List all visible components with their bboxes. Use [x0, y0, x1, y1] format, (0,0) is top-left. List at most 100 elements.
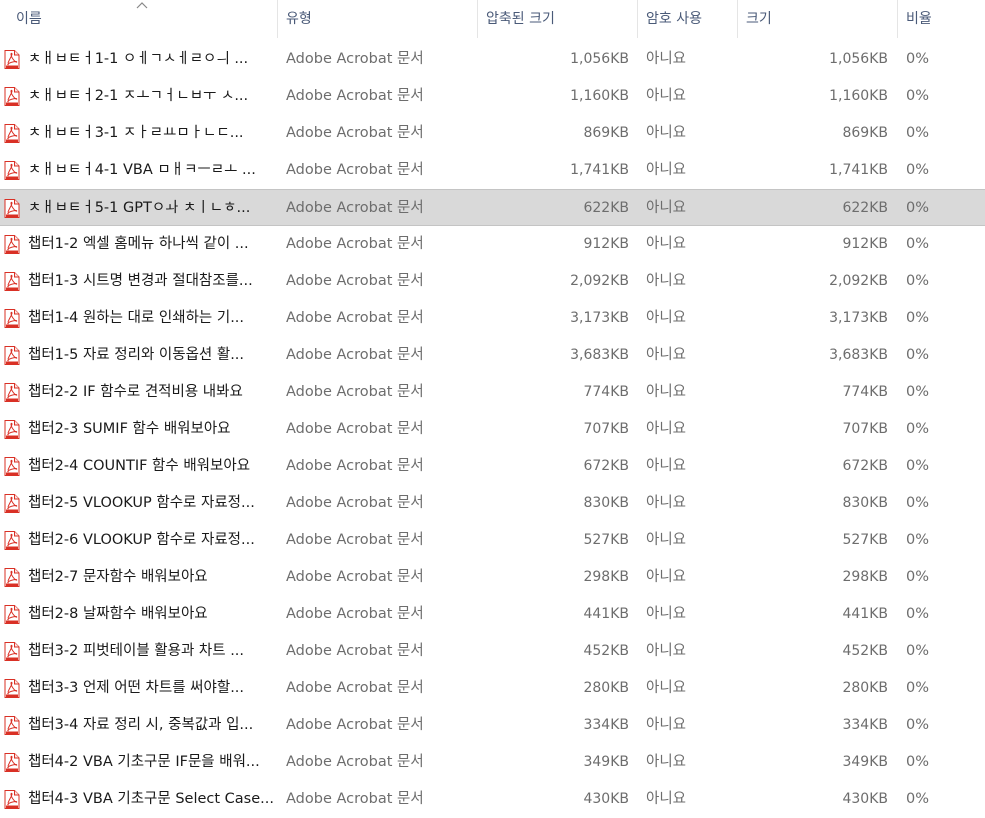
file-type: Adobe Acrobat 문서 [286, 51, 424, 67]
compressed-size: 672KB [583, 458, 629, 474]
file-row[interactable]: 챕터1-5 자료 정리와 이동옵션 활... Adobe Acrobat 문서 3,… [0, 337, 985, 374]
file-row[interactable]: 챕터2-8 날짜함수 배워보아요 Adobe Acrobat 문서 441KB 아니요… [0, 596, 985, 633]
file-size: 1,741KB [829, 162, 888, 178]
file-type: Adobe Acrobat 문서 [286, 347, 424, 363]
password-status: 아니요 [646, 717, 687, 733]
file-row[interactable]: ㅊㅐㅂㅌㅓ4-1 VBA ㅁㅐㅋㅡㄹㅗ ... Adobe Acrobat 문서 1… [0, 152, 985, 189]
compressed-size: 830KB [583, 495, 629, 511]
file-row[interactable]: 챕터2-7 문자함수 배워보아요 Adobe Acrobat 문서 298KB 아니요… [0, 559, 985, 596]
file-name: 챕터2-4 COUNTIF 함수 배워보아요 [28, 458, 251, 474]
compressed-size: 774KB [583, 384, 629, 400]
column-header-ratio[interactable]: 비율 [898, 0, 985, 38]
compression-ratio: 0% [906, 458, 930, 474]
file-name: 챕터1-5 자료 정리와 이동옵션 활... [28, 347, 245, 363]
file-row[interactable]: 챕터2-6 VLOOKUP 함수로 자료정... Adobe Acrobat 문서… [0, 522, 985, 559]
file-row[interactable]: 챕터1-2 엑셀 홈메뉴 하나씩 같이 ... Adobe Acrobat 문서 9… [0, 226, 985, 263]
compressed-size: 3,173KB [570, 310, 629, 326]
column-header-type[interactable]: 유형 [278, 0, 478, 38]
pdf-file-icon [4, 485, 22, 522]
compressed-size: 349KB [583, 754, 629, 770]
file-row[interactable]: 챕터1-4 원하는 대로 인쇄하는 기... Adobe Acrobat 문서 3,… [0, 300, 985, 337]
file-type: Adobe Acrobat 문서 [286, 717, 424, 733]
password-status: 아니요 [646, 88, 687, 104]
password-status: 아니요 [646, 125, 687, 141]
file-row[interactable]: 챕터1-3 시트명 변경과 절대참조를... Adobe Acrobat 문서 2,… [0, 263, 985, 300]
file-size: 298KB [842, 569, 888, 585]
pdf-file-icon [4, 337, 22, 374]
file-row[interactable]: ㅊㅐㅂㅌㅓ2-1 ㅈㅗㄱㅓㄴㅂㅜ ㅅ... Adobe Acrobat 문서 1,1… [0, 78, 985, 115]
column-header-size[interactable]: 크기 [738, 0, 898, 38]
file-name: 챕터2-5 VLOOKUP 함수로 자료정... [28, 495, 255, 511]
file-type: Adobe Acrobat 문서 [286, 125, 424, 141]
file-size: 869KB [842, 125, 888, 141]
compressed-size: 280KB [583, 680, 629, 696]
pdf-file-icon [4, 633, 22, 670]
file-type: Adobe Acrobat 문서 [286, 236, 424, 252]
compression-ratio: 0% [906, 200, 930, 216]
file-row[interactable]: ㅊㅐㅂㅌㅓ1-1 ㅇㅔㄱㅅㅔㄹㅇㅢ ... Adobe Acrobat 문서 1,0… [0, 41, 985, 78]
password-status: 아니요 [646, 347, 687, 363]
file-row[interactable]: 챕터3-4 자료 정리 시, 중복값과 입... Adobe Acrobat 문서… [0, 707, 985, 744]
pdf-file-icon [4, 41, 22, 78]
file-row[interactable]: ㅊㅐㅂㅌㅓ3-1 ㅈㅏㄹㅛㅁㅏㄴㄷ... Adobe Acrobat 문서 869K… [0, 115, 985, 152]
file-row[interactable]: 챕터2-2 IF 함수로 견적비용 내봐요 Adobe Acrobat 문서 774… [0, 374, 985, 411]
compression-ratio: 0% [906, 569, 930, 585]
compressed-size: 1,056KB [570, 51, 629, 67]
column-header-compressed-size[interactable]: 압축된 크기 [478, 0, 638, 38]
password-status: 아니요 [646, 200, 687, 216]
file-type: Adobe Acrobat 문서 [286, 200, 424, 216]
compressed-size: 452KB [583, 643, 629, 659]
file-name: 챕터1-3 시트명 변경과 절대참조를... [28, 273, 253, 289]
pdf-file-icon [4, 707, 22, 744]
pdf-file-icon [4, 744, 22, 781]
compression-ratio: 0% [906, 532, 930, 548]
compressed-size: 430KB [583, 791, 629, 807]
file-row[interactable]: 챕터2-3 SUMIF 함수 배워보아요 Adobe Acrobat 문서 707K… [0, 411, 985, 448]
file-type: Adobe Acrobat 문서 [286, 754, 424, 770]
compression-ratio: 0% [906, 88, 930, 104]
file-name: ㅊㅐㅂㅌㅓ2-1 ㅈㅗㄱㅓㄴㅂㅜ ㅅ... [28, 88, 249, 104]
file-row[interactable]: 챕터2-4 COUNTIF 함수 배워보아요 Adobe Acrobat 문서 67… [0, 448, 985, 485]
file-row[interactable]: 챕터4-2 VBA 기초구문 IF문을 배워... Adobe Acrobat 문… [0, 744, 985, 781]
compressed-size: 912KB [583, 236, 629, 252]
password-status: 아니요 [646, 754, 687, 770]
compressed-size: 527KB [583, 532, 629, 548]
file-type: Adobe Acrobat 문서 [286, 680, 424, 696]
file-name: ㅊㅐㅂㅌㅓ5-1 GPTㅇㅘ ㅊㅣㄴㅎ... [28, 200, 251, 216]
file-type: Adobe Acrobat 문서 [286, 273, 424, 289]
file-row[interactable]: ㅊㅐㅂㅌㅓ5-1 GPTㅇㅘ ㅊㅣㄴㅎ... Adobe Acrobat 문서 62… [0, 189, 985, 226]
file-row[interactable]: 챕터4-3 VBA 기초구문 Select Case... Adobe Acrob… [0, 781, 985, 818]
file-name: 챕터2-6 VLOOKUP 함수로 자료정... [28, 532, 255, 548]
pdf-file-icon [4, 190, 22, 227]
pdf-file-icon [4, 522, 22, 559]
file-type: Adobe Acrobat 문서 [286, 421, 424, 437]
column-header-password[interactable]: 암호 사용 [638, 0, 738, 38]
password-status: 아니요 [646, 421, 687, 437]
file-size: 441KB [842, 606, 888, 622]
password-status: 아니요 [646, 532, 687, 548]
password-status: 아니요 [646, 384, 687, 400]
file-size: 1,056KB [829, 51, 888, 67]
compression-ratio: 0% [906, 273, 930, 289]
file-row[interactable]: 챕터2-5 VLOOKUP 함수로 자료정... Adobe Acrobat 문서… [0, 485, 985, 522]
file-row[interactable]: 챕터3-3 언제 어떤 차트를 써야할... Adobe Acrobat 문서 28… [0, 670, 985, 707]
pdf-file-icon [4, 115, 22, 152]
pdf-file-icon [4, 781, 22, 818]
compression-ratio: 0% [906, 643, 930, 659]
file-row[interactable]: 챕터3-2 피벗테이블 활용과 차트 ... Adobe Acrobat 문서 45… [0, 633, 985, 670]
password-status: 아니요 [646, 643, 687, 659]
file-type: Adobe Acrobat 문서 [286, 162, 424, 178]
file-type: Adobe Acrobat 문서 [286, 310, 424, 326]
compression-ratio: 0% [906, 51, 930, 67]
file-name: 챕터2-8 날짜함수 배워보아요 [28, 606, 208, 622]
file-size: 707KB [842, 421, 888, 437]
compression-ratio: 0% [906, 680, 930, 696]
file-name: 챕터1-2 엑셀 홈메뉴 하나씩 같이 ... [28, 236, 249, 252]
file-name: ㅊㅐㅂㅌㅓ3-1 ㅈㅏㄹㅛㅁㅏㄴㄷ... [28, 125, 244, 141]
compression-ratio: 0% [906, 310, 930, 326]
file-size: 1,160KB [829, 88, 888, 104]
file-size: 3,173KB [829, 310, 888, 326]
compressed-size: 3,683KB [570, 347, 629, 363]
file-type: Adobe Acrobat 문서 [286, 791, 424, 807]
column-header-name[interactable]: 이름 [8, 0, 278, 38]
